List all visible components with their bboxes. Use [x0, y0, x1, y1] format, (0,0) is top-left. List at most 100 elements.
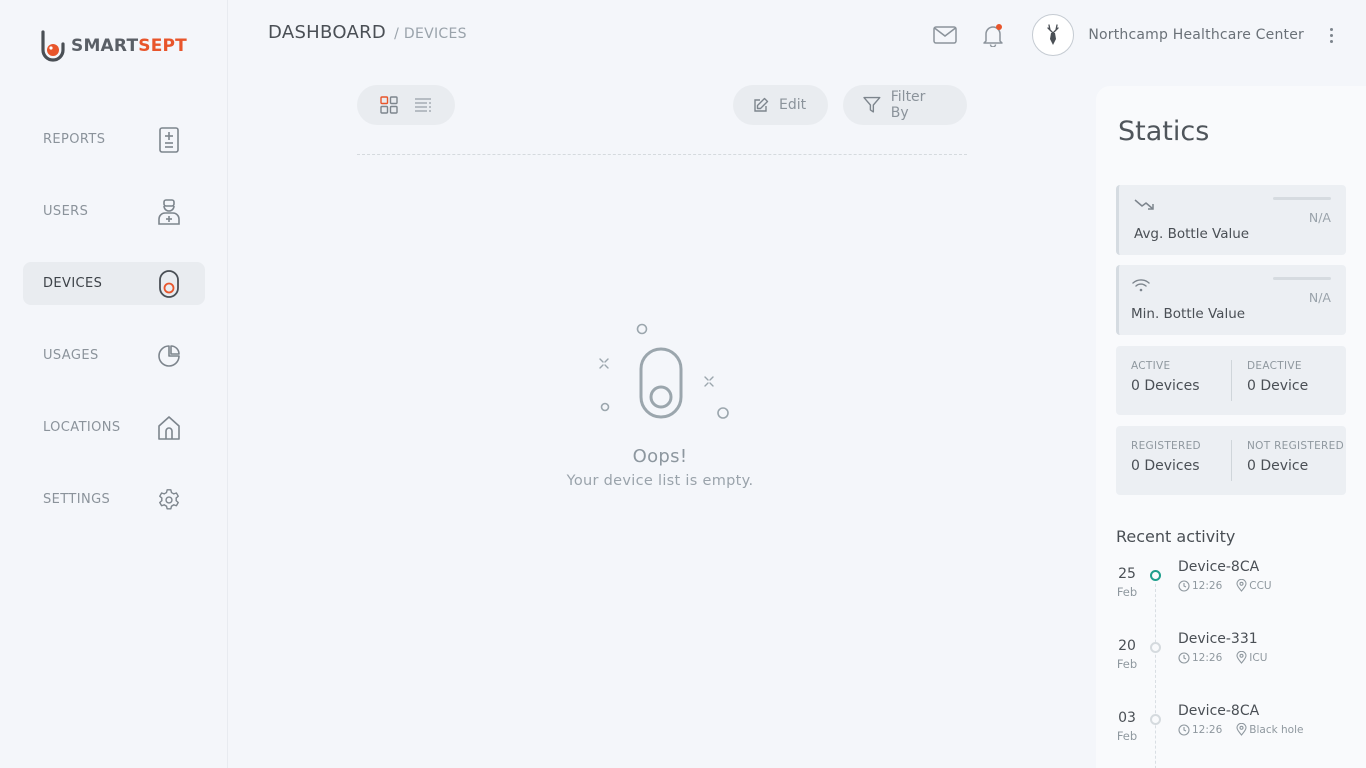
breadcrumb-dashboard[interactable]: DASHBOARD	[268, 22, 386, 43]
timeline-dot	[1150, 642, 1161, 653]
activity-location: ICU	[1249, 651, 1268, 664]
activity-location: CCU	[1249, 579, 1272, 592]
activity-item[interactable]: 20 Feb Device-331 12:26 ICU	[1116, 631, 1356, 688]
report-icon	[157, 126, 181, 154]
not-registered-value: 0 Device	[1247, 458, 1309, 474]
min-value: N/A	[1308, 290, 1331, 305]
avg-label: Avg. Bottle Value	[1134, 226, 1250, 242]
activity-date: 03 Feb	[1116, 710, 1138, 743]
recent-activity-title: Recent activity	[1116, 527, 1236, 546]
activity-meta: 12:26 Black hole	[1178, 723, 1303, 736]
activity-time: 12:26	[1192, 723, 1223, 736]
activity-meta: 12:26 CCU	[1178, 579, 1272, 592]
filter-button[interactable]: Filter By	[843, 85, 967, 125]
activity-month: Feb	[1116, 729, 1138, 743]
card-divider	[1231, 360, 1232, 401]
filter-button-label: Filter By	[890, 89, 926, 121]
sidebar-item-devices[interactable]: DEVICES	[23, 262, 205, 305]
activity-date: 20 Feb	[1116, 638, 1138, 671]
activity-item[interactable]: 03 Feb Device-8CA 12:26 Black hole	[1116, 703, 1356, 760]
edit-button[interactable]: Edit	[733, 85, 828, 125]
empty-state: Oops! Your device list is empty.	[560, 318, 760, 489]
sidebar-item-label: SETTINGS	[43, 492, 111, 507]
clock-icon	[1178, 723, 1190, 736]
active-column: ACTIVE 0 Devices	[1131, 360, 1200, 394]
card-divider	[1231, 440, 1232, 481]
min-value-bar	[1273, 277, 1331, 280]
edit-button-label: Edit	[779, 97, 807, 113]
brand-logo[interactable]: SMARTSEPT	[38, 28, 187, 64]
empty-state-title: Oops!	[632, 446, 688, 467]
location-pin-icon	[1236, 651, 1247, 664]
empty-device-illustration-icon	[599, 323, 729, 419]
user-medical-icon	[157, 198, 181, 226]
activity-day: 25	[1118, 566, 1136, 582]
sidebar-item-label: DEVICES	[43, 276, 103, 291]
sidebar-item-usages[interactable]: USAGES	[23, 334, 205, 377]
sidebar-nav: REPORTS USERS DEVICES USAGES LOCATIONS S…	[23, 118, 205, 550]
panel-title: Statics	[1118, 116, 1210, 147]
sidebar-item-label: USERS	[43, 204, 89, 219]
breadcrumb-current: / DEVICES	[394, 26, 467, 42]
brand-name: SMARTSEPT	[71, 36, 187, 56]
breadcrumb: DASHBOARD / DEVICES	[268, 22, 467, 43]
active-value: 0 Devices	[1131, 378, 1200, 394]
activity-location: Black hole	[1249, 723, 1304, 736]
min-bottle-card: N/A Min. Bottle Value	[1116, 265, 1346, 335]
avg-value: N/A	[1308, 210, 1331, 225]
trend-down-icon	[1134, 197, 1156, 216]
activity-meta: 12:26 ICU	[1178, 651, 1267, 664]
sidebar-item-users[interactable]: USERS	[23, 190, 205, 233]
sidebar-item-reports[interactable]: REPORTS	[23, 118, 205, 161]
sidebar-item-label: REPORTS	[43, 132, 106, 147]
edit-icon	[754, 97, 769, 112]
mail-icon[interactable]	[932, 22, 958, 48]
avatar[interactable]	[1032, 14, 1075, 56]
grid-view-icon[interactable]	[380, 96, 398, 114]
sidebar-item-label: USAGES	[43, 348, 99, 363]
top-bar: Northcamp Healthcare Center	[932, 14, 1336, 56]
not-registered-caption: NOT REGISTERED	[1247, 440, 1344, 452]
activity-device: Device-8CA	[1178, 703, 1260, 719]
timeline-dot	[1150, 570, 1161, 581]
list-view-icon[interactable]	[414, 96, 432, 114]
wifi-icon	[1131, 277, 1151, 297]
statics-panel: Statics N/A Avg. Bottle Value N/A Min. B…	[1096, 86, 1366, 768]
not-registered-column: NOT REGISTERED 0 Device	[1247, 440, 1344, 474]
activity-day: 03	[1118, 710, 1136, 726]
location-pin-icon	[1236, 579, 1247, 592]
sidebar-item-locations[interactable]: LOCATIONS	[23, 406, 205, 449]
registered-value: 0 Devices	[1131, 458, 1200, 474]
active-status-card: ACTIVE 0 Devices DEACTIVE 0 Device	[1116, 346, 1346, 415]
activity-item[interactable]: 25 Feb Device-8CA 12:26 CCU	[1116, 559, 1356, 616]
activity-device: Device-331	[1178, 631, 1258, 647]
sidebar: SMARTSEPT REPORTS USERS DEVICES USAGES L…	[0, 0, 228, 768]
activity-month: Feb	[1116, 657, 1138, 671]
bell-icon[interactable]	[980, 22, 1006, 48]
activity-time: 12:26	[1192, 579, 1223, 592]
avg-value-bar	[1273, 197, 1331, 200]
activity-day: 20	[1118, 638, 1136, 654]
gear-icon	[157, 486, 181, 514]
activity-device: Device-8CA	[1178, 559, 1260, 575]
device-icon	[157, 269, 181, 298]
view-toggle	[357, 85, 455, 125]
clock-icon	[1178, 651, 1190, 664]
sidebar-item-settings[interactable]: SETTINGS	[23, 478, 205, 521]
deactive-column: DEACTIVE 0 Device	[1247, 360, 1308, 394]
min-label: Min. Bottle Value	[1131, 306, 1246, 322]
activity-month: Feb	[1116, 585, 1138, 599]
registration-status-card: REGISTERED 0 Devices NOT REGISTERED 0 De…	[1116, 426, 1346, 495]
home-icon	[157, 414, 181, 442]
organization-name[interactable]: Northcamp Healthcare Center	[1088, 27, 1304, 43]
avg-bottle-card: N/A Avg. Bottle Value	[1116, 185, 1346, 255]
registered-caption: REGISTERED	[1131, 440, 1201, 452]
activity-date: 25 Feb	[1116, 566, 1138, 599]
deactive-value: 0 Device	[1247, 378, 1309, 394]
registered-column: REGISTERED 0 Devices	[1131, 440, 1201, 474]
location-pin-icon	[1236, 723, 1247, 736]
more-options-icon[interactable]	[1326, 25, 1336, 45]
activity-time: 12:26	[1192, 651, 1223, 664]
timeline-dot	[1150, 714, 1161, 725]
deactive-caption: DEACTIVE	[1247, 360, 1302, 372]
